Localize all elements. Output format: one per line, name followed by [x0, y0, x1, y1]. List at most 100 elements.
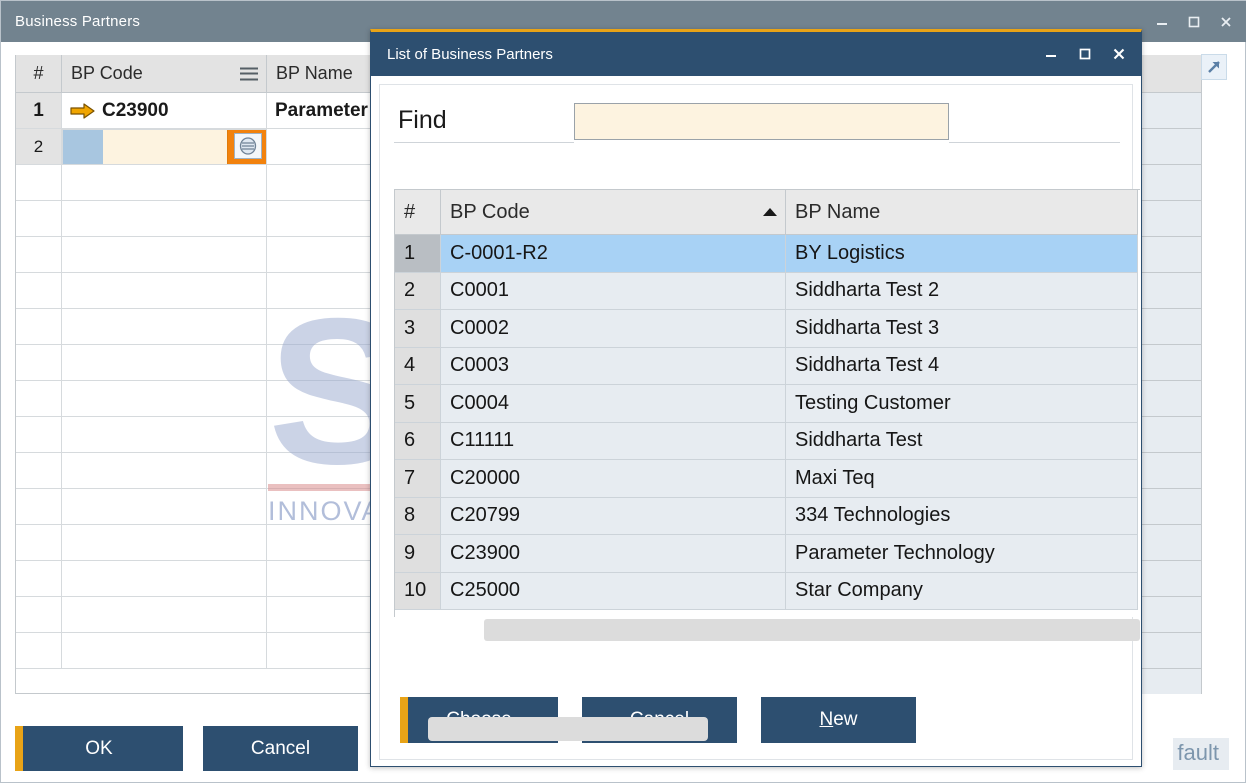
list-item-index[interactable]: 10: [395, 573, 441, 611]
right-strip-cell[interactable]: [1142, 417, 1202, 453]
new-button[interactable]: New: [761, 697, 916, 743]
list-item[interactable]: 2C0001Siddharta Test 2: [395, 273, 1140, 311]
right-strip-cell[interactable]: [1142, 525, 1202, 561]
list-item[interactable]: 3C0002Siddharta Test 3: [395, 310, 1140, 348]
right-strip-cell[interactable]: [1142, 165, 1202, 201]
list-item-bp-name[interactable]: 334 Technologies: [786, 498, 1138, 536]
list-item[interactable]: 10C25000Star Company: [395, 573, 1140, 611]
empty-cell[interactable]: [16, 273, 62, 309]
empty-cell[interactable]: [62, 309, 267, 345]
empty-cell[interactable]: [16, 489, 62, 525]
empty-cell[interactable]: [62, 273, 267, 309]
list-item-index[interactable]: 2: [395, 273, 441, 311]
list-item-bp-code[interactable]: C0004: [441, 385, 786, 423]
right-strip-cell[interactable]: [1142, 381, 1202, 417]
right-strip-cell[interactable]: [1142, 237, 1202, 273]
list-item-index[interactable]: 5: [395, 385, 441, 423]
empty-cell[interactable]: [62, 525, 267, 561]
empty-cell[interactable]: [62, 417, 267, 453]
close-icon[interactable]: [1211, 7, 1241, 37]
list-header-index[interactable]: #: [395, 190, 441, 235]
list-item-bp-name[interactable]: Parameter Technology: [786, 535, 1138, 573]
find-input[interactable]: [574, 103, 949, 140]
right-strip-cell[interactable]: [1142, 597, 1202, 633]
list-item[interactable]: 9C23900Parameter Technology: [395, 535, 1140, 573]
maximize-icon[interactable]: [1179, 7, 1209, 37]
list-item[interactable]: 6C11111Siddharta Test: [395, 423, 1140, 461]
empty-cell[interactable]: [62, 201, 267, 237]
list-item[interactable]: 8C20799334 Technologies: [395, 498, 1140, 536]
list-item[interactable]: 7C20000Maxi Teq: [395, 460, 1140, 498]
list-item-bp-code[interactable]: C11111: [441, 423, 786, 461]
empty-cell[interactable]: [16, 165, 62, 201]
empty-cell[interactable]: [62, 345, 267, 381]
list-item-index[interactable]: 1: [395, 235, 441, 273]
right-strip-cell[interactable]: [1142, 453, 1202, 489]
dialog-maximize-icon[interactable]: [1071, 40, 1099, 68]
bp-code-picker-button[interactable]: [228, 129, 267, 165]
minimize-icon[interactable]: [1147, 7, 1177, 37]
row-bp-code-cell[interactable]: C23900: [62, 93, 267, 129]
list-item-index[interactable]: 9: [395, 535, 441, 573]
empty-cell[interactable]: [16, 201, 62, 237]
list-item-index[interactable]: 4: [395, 348, 441, 386]
empty-cell[interactable]: [16, 597, 62, 633]
empty-cell[interactable]: [16, 309, 62, 345]
right-strip-cell[interactable]: [1142, 201, 1202, 237]
list-item-index[interactable]: 6: [395, 423, 441, 461]
empty-cell[interactable]: [62, 561, 267, 597]
empty-cell[interactable]: [16, 237, 62, 273]
empty-cell[interactable]: [16, 381, 62, 417]
ok-button[interactable]: OK: [15, 726, 183, 771]
column-menu-icon[interactable]: [240, 67, 258, 80]
list-item-bp-name[interactable]: Siddharta Test: [786, 423, 1138, 461]
list-item-bp-code[interactable]: C20000: [441, 460, 786, 498]
list-item-bp-code[interactable]: C0002: [441, 310, 786, 348]
list-item-bp-name[interactable]: Maxi Teq: [786, 460, 1138, 498]
list-item-index[interactable]: 3: [395, 310, 441, 348]
empty-cell[interactable]: [62, 453, 267, 489]
list-item[interactable]: 1C-0001-R2BY Logistics: [395, 235, 1140, 273]
list-item[interactable]: 4C0003Siddharta Test 4: [395, 348, 1140, 386]
list-item-bp-name[interactable]: Testing Customer: [786, 385, 1138, 423]
list-item-bp-code[interactable]: C23900: [441, 535, 786, 573]
empty-cell[interactable]: [62, 597, 267, 633]
cancel-button[interactable]: Cancel: [203, 726, 358, 771]
list-header-bp-code[interactable]: BP Code: [441, 190, 786, 235]
empty-cell[interactable]: [62, 489, 267, 525]
empty-cell[interactable]: [16, 417, 62, 453]
empty-cell[interactable]: [62, 165, 267, 201]
empty-cell[interactable]: [62, 237, 267, 273]
dialog-minimize-icon[interactable]: [1037, 40, 1065, 68]
list-item-bp-code[interactable]: C20799: [441, 498, 786, 536]
right-strip-cell[interactable]: [1142, 273, 1202, 309]
list-item-bp-name[interactable]: BY Logistics: [786, 235, 1138, 273]
list-item-bp-name[interactable]: Siddharta Test 4: [786, 348, 1138, 386]
expand-diagonal-icon[interactable]: [1201, 54, 1227, 80]
right-strip-cell[interactable]: [1142, 561, 1202, 597]
list-item-bp-code[interactable]: C-0001-R2: [441, 235, 786, 273]
list-item-bp-name[interactable]: Star Company: [786, 573, 1138, 611]
right-strip-cell[interactable]: [1142, 309, 1202, 345]
list-item-index[interactable]: 8: [395, 498, 441, 536]
empty-cell[interactable]: [16, 561, 62, 597]
list-item-bp-code[interactable]: C0003: [441, 348, 786, 386]
empty-cell[interactable]: [16, 525, 62, 561]
right-strip-cell[interactable]: [1142, 633, 1202, 669]
row-link-arrow-icon[interactable]: [70, 102, 96, 120]
empty-cell[interactable]: [62, 633, 267, 669]
right-strip-cell[interactable]: [1142, 345, 1202, 381]
list-item-bp-code[interactable]: C25000: [441, 573, 786, 611]
list-item-index[interactable]: 7: [395, 460, 441, 498]
dialog-horizontal-scrollbar[interactable]: [428, 717, 708, 741]
empty-cell[interactable]: [16, 453, 62, 489]
right-strip-cell[interactable]: [1142, 93, 1202, 129]
list-item-bp-name[interactable]: Siddharta Test 2: [786, 273, 1138, 311]
empty-cell[interactable]: [16, 345, 62, 381]
dialog-close-icon[interactable]: [1105, 40, 1133, 68]
list-item[interactable]: 5C0004Testing Customer: [395, 385, 1140, 423]
list-header-bp-name[interactable]: BP Name: [786, 190, 1138, 235]
grid-header-bp-code[interactable]: BP Code: [62, 55, 267, 93]
list-item-bp-code[interactable]: C0001: [441, 273, 786, 311]
list-item-bp-name[interactable]: Siddharta Test 3: [786, 310, 1138, 348]
